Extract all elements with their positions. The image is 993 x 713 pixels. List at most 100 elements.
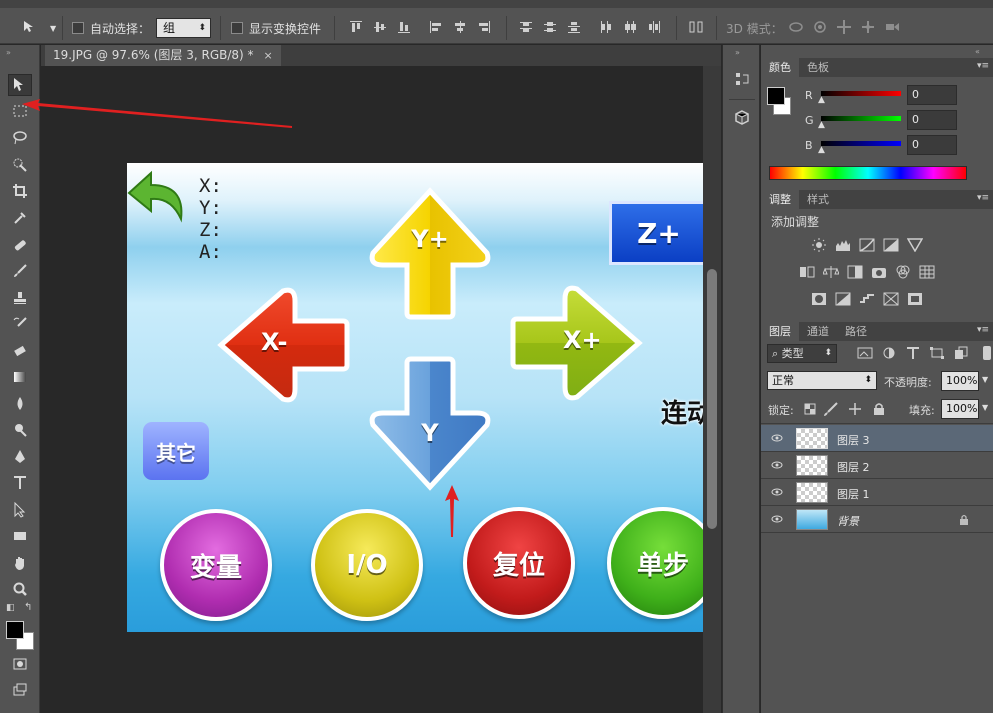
eyedropper-tool[interactable] <box>8 207 32 229</box>
panel-menu-icon[interactable]: ▾≡ <box>977 193 989 203</box>
color-ramp[interactable] <box>769 166 967 180</box>
document-image[interactable]: X: Y: Z: A: Y+ X- X+ Y Z+ 其它 连动 变量 I/O 复… <box>127 163 703 632</box>
type-tool[interactable] <box>8 472 32 494</box>
history-brush-tool[interactable] <box>8 313 32 335</box>
vibrance-icon[interactable] <box>907 238 923 252</box>
align-left-icon[interactable] <box>428 19 444 35</box>
fill-chevron-icon[interactable]: ▼ <box>982 403 988 412</box>
tab-adjustments[interactable]: 调整 <box>761 190 799 209</box>
filter-smart-object-icon[interactable] <box>953 346 969 360</box>
black-white-icon[interactable] <box>847 265 863 279</box>
y-minus-button[interactable]: Y <box>367 355 493 491</box>
gradient-tool[interactable] <box>8 366 32 388</box>
filter-toggle-switch[interactable] <box>983 346 991 360</box>
clone-stamp-tool[interactable] <box>8 287 32 309</box>
foreground-color-swatch[interactable] <box>6 621 24 639</box>
collapse-icon[interactable]: « <box>975 47 980 56</box>
color-lookup-icon[interactable] <box>919 265 935 279</box>
collapse-icon[interactable]: » <box>735 48 740 57</box>
blend-mode-dropdown[interactable]: 正常 ⬍ <box>767 371 877 390</box>
3d-panel-icon[interactable] <box>734 109 750 127</box>
layer-row[interactable]: 图层 1 <box>761 479 993 506</box>
tab-paths[interactable]: 路径 <box>837 322 875 341</box>
distribute-top-icon[interactable] <box>518 19 534 35</box>
r-slider[interactable] <box>821 91 901 96</box>
opacity-field[interactable]: 100% <box>941 371 979 391</box>
zoom-tool[interactable] <box>8 578 32 600</box>
filter-type-icon[interactable] <box>905 346 921 360</box>
r-slider-thumb-icon[interactable]: ▲ <box>818 95 825 105</box>
distribute-bottom-icon[interactable] <box>566 19 582 35</box>
r-value-field[interactable]: 0 <box>907 85 957 105</box>
distribute-right-icon[interactable] <box>646 19 662 35</box>
other-button[interactable]: 其它 <box>143 422 209 480</box>
hue-saturation-icon[interactable] <box>799 265 815 279</box>
distribute-vcenter-icon[interactable] <box>542 19 558 35</box>
align-top-icon[interactable] <box>348 19 364 35</box>
b-slider[interactable] <box>821 141 901 146</box>
layer-name[interactable]: 背景 <box>837 513 859 529</box>
orbit-3d-icon[interactable] <box>788 19 804 35</box>
brush-tool[interactable] <box>8 260 32 282</box>
filter-adjustment-icon[interactable] <box>881 346 897 360</box>
dodge-tool[interactable] <box>8 419 32 441</box>
levels-icon[interactable] <box>835 238 851 252</box>
quick-mask-button[interactable] <box>8 653 32 675</box>
eraser-tool[interactable] <box>8 340 32 362</box>
lock-all-icon[interactable] <box>871 402 887 416</box>
visibility-eye-icon[interactable] <box>771 487 783 497</box>
pen-tool[interactable] <box>8 446 32 468</box>
invert-icon[interactable] <box>811 292 827 306</box>
scale-3d-icon[interactable] <box>884 19 900 35</box>
filter-pixel-icon[interactable] <box>857 346 873 360</box>
variable-button[interactable]: 变量 <box>160 509 272 621</box>
document-tab[interactable]: 19.JPG @ 97.6% (图层 3, RGB/8) * × <box>45 45 281 66</box>
layer-row[interactable]: 图层 3 <box>761 425 993 452</box>
blur-tool[interactable] <box>8 393 32 415</box>
layer-row[interactable]: 背景 <box>761 506 993 533</box>
visibility-eye-icon[interactable] <box>771 460 783 470</box>
collapse-icon[interactable]: » <box>6 48 11 57</box>
color-balance-icon[interactable] <box>823 265 839 279</box>
auto-align-icon[interactable] <box>688 19 704 35</box>
exposure-icon[interactable] <box>883 238 899 252</box>
align-right-icon[interactable] <box>476 19 492 35</box>
screen-mode-button[interactable] <box>8 679 32 701</box>
opacity-chevron-icon[interactable]: ▼ <box>982 375 988 384</box>
swap-colors-icon[interactable]: ↰ <box>24 602 32 613</box>
default-colors-icon[interactable]: ◧ <box>6 603 15 613</box>
hand-tool[interactable] <box>8 552 32 574</box>
vertical-scrollbar[interactable] <box>703 66 721 713</box>
close-icon[interactable]: × <box>264 45 273 66</box>
reset-button[interactable]: 复位 <box>463 507 575 619</box>
scrollbar-thumb[interactable] <box>707 269 717 529</box>
align-vcenter-icon[interactable] <box>372 19 388 35</box>
quick-select-tool[interactable] <box>8 154 32 176</box>
foreground-color-swatch[interactable] <box>767 87 785 105</box>
slide-3d-icon[interactable] <box>860 19 876 35</box>
roll-3d-icon[interactable] <box>812 19 828 35</box>
g-slider-thumb-icon[interactable]: ▲ <box>818 120 825 130</box>
lock-transparent-icon[interactable] <box>803 402 819 416</box>
tab-layers[interactable]: 图层 <box>761 322 799 341</box>
checkbox-box[interactable] <box>231 22 243 34</box>
channel-mixer-icon[interactable] <box>895 265 911 279</box>
path-select-tool[interactable] <box>8 499 32 521</box>
distribute-hcenter-icon[interactable] <box>622 19 638 35</box>
checkbox-box[interactable] <box>72 22 84 34</box>
tab-color[interactable]: 颜色 <box>761 58 799 77</box>
gradient-map-icon[interactable] <box>883 292 899 306</box>
posterize-icon[interactable] <box>835 292 851 306</box>
photo-filter-icon[interactable] <box>871 265 887 279</box>
x-minus-button[interactable]: X- <box>217 287 351 403</box>
g-slider[interactable] <box>821 116 901 121</box>
layer-row[interactable]: 图层 2 <box>761 452 993 479</box>
panel-menu-icon[interactable]: ▾≡ <box>977 61 989 71</box>
panel-menu-icon[interactable]: ▾≡ <box>977 325 989 335</box>
healing-brush-tool[interactable] <box>8 234 32 256</box>
pan-3d-icon[interactable] <box>836 19 852 35</box>
lock-pixels-icon[interactable] <box>823 402 839 416</box>
selective-color-icon[interactable] <box>907 292 923 306</box>
tab-swatches[interactable]: 色板 <box>799 58 837 77</box>
align-bottom-icon[interactable] <box>396 19 412 35</box>
